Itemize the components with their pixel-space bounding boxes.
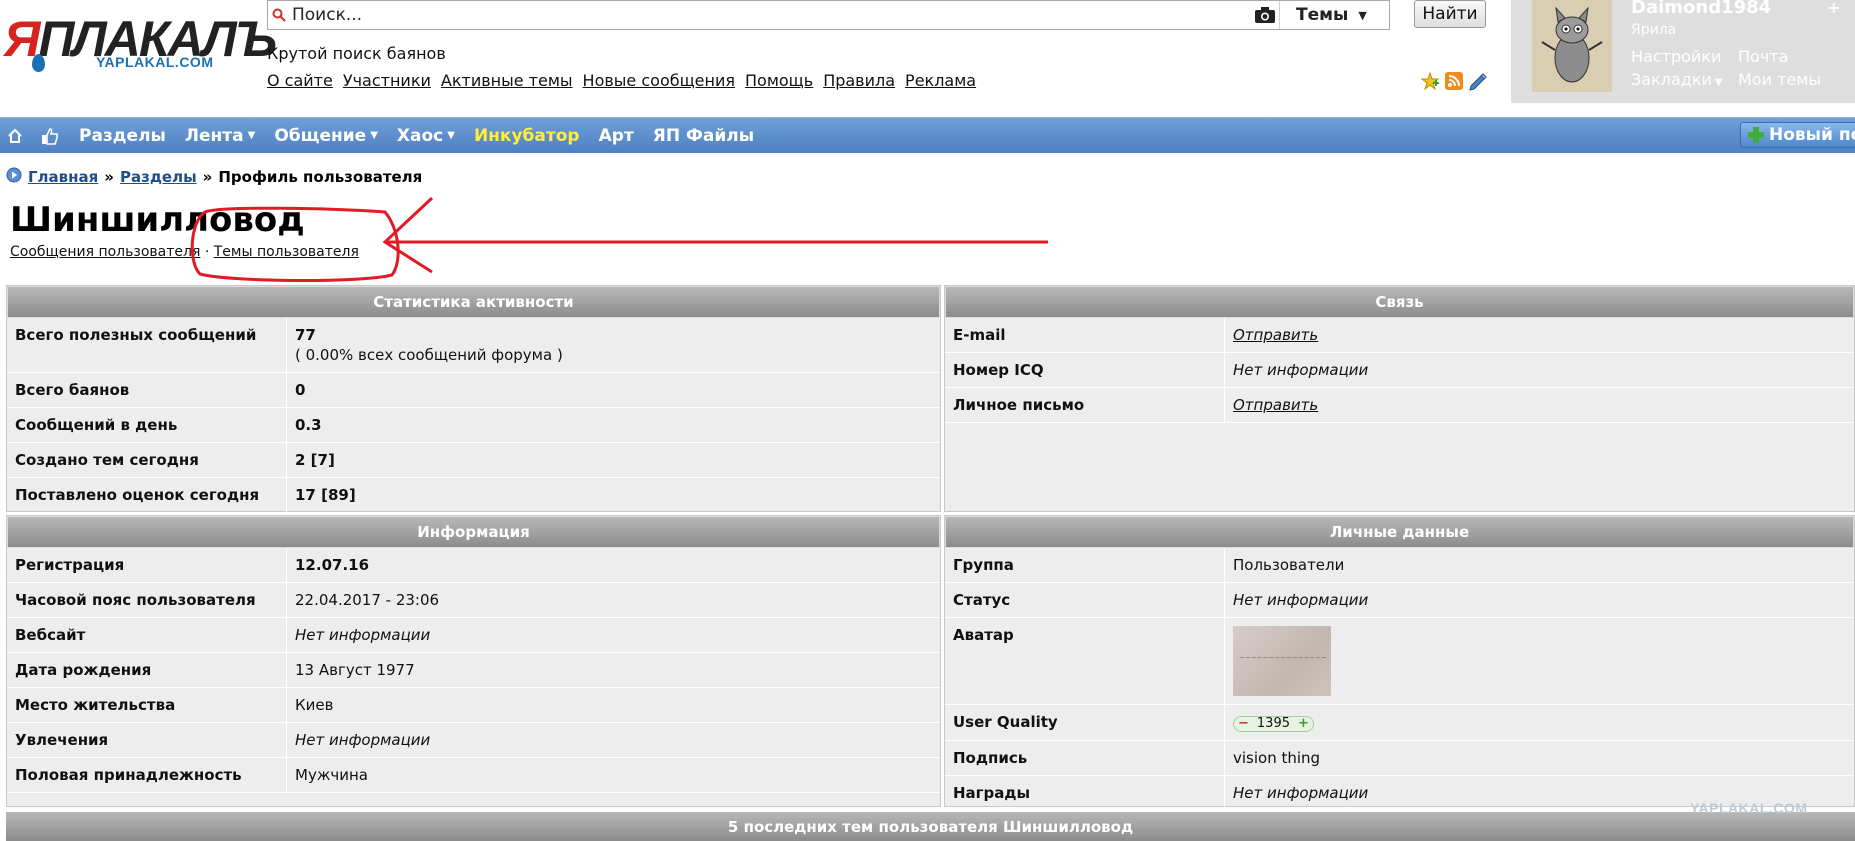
nav-feed[interactable]: Лента ▼ bbox=[185, 126, 255, 146]
user-avatar-image: ~~~~~~~~~~~~~~~ bbox=[1233, 626, 1331, 696]
activity-stats-panel: Статистика активности Всего полезных соо… bbox=[6, 285, 941, 513]
table-row: Сообщений в день 0.3 bbox=[7, 408, 940, 443]
user-quality-badge: − 1395 + bbox=[1233, 715, 1314, 732]
link-members[interactable]: Участники bbox=[343, 71, 431, 90]
panel-header: Информация bbox=[7, 516, 940, 548]
link-new-messages[interactable]: Новые сообщения bbox=[583, 71, 735, 90]
panel-header: Связь bbox=[945, 286, 1854, 318]
breadcrumb-current: Профиль пользователя bbox=[218, 168, 423, 186]
breadcrumb-sections[interactable]: Разделы bbox=[120, 168, 197, 186]
chevron-down-icon: ▼ bbox=[1358, 8, 1367, 22]
profile-links: Сообщения пользователя · Темы пользовате… bbox=[10, 244, 359, 260]
user-rank: Ярила bbox=[1631, 22, 1677, 38]
svg-text:~~~~~~~~~~~~~~~: ~~~~~~~~~~~~~~~ bbox=[1239, 654, 1327, 662]
panel-header: Личные данные bbox=[945, 516, 1854, 548]
table-row: Поставлено оценок сегодня 17 [89] bbox=[7, 478, 940, 513]
link-about[interactable]: О сайте bbox=[267, 71, 333, 90]
table-row: Часовой пояс пользователя 22.04.2017 - 23… bbox=[7, 583, 940, 618]
bookmarks-menu[interactable]: Закладки ▼ bbox=[1631, 70, 1723, 89]
link-active-topics[interactable]: Активные темы bbox=[441, 71, 573, 90]
send-email-link[interactable]: Отправить bbox=[1225, 318, 1854, 352]
table-row: Регистрация 12.07.16 bbox=[7, 548, 940, 583]
search-hint: Крутой поиск баянов bbox=[267, 44, 446, 63]
user-panel: Daimond1984 Ярила Настройки Почта Заклад… bbox=[1511, 0, 1855, 103]
table-row: Дата рождения 13 Август 1977 bbox=[7, 653, 940, 688]
plus-vote-icon[interactable]: + bbox=[1298, 716, 1309, 731]
top-links: О сайте Участники Активные темы Новые со… bbox=[267, 71, 976, 90]
user-avatar[interactable] bbox=[1532, 0, 1612, 92]
link-help[interactable]: Помощь bbox=[745, 71, 813, 90]
table-row: Статус Нет информации bbox=[945, 583, 1854, 618]
main-nav: Разделы Лента ▼ Общение ▼ Хаос ▼ Инкубатор … bbox=[0, 117, 1855, 153]
table-row: Половая принадлежность Мужчина bbox=[7, 758, 940, 793]
nav-communication[interactable]: Общение ▼ bbox=[274, 126, 378, 146]
link-ads[interactable]: Реклама bbox=[905, 71, 976, 90]
rss-icon[interactable] bbox=[1444, 71, 1464, 91]
nav-art[interactable]: Арт bbox=[599, 126, 634, 146]
nav-files[interactable]: ЯП Файлы bbox=[653, 126, 754, 146]
my-topics-link[interactable]: Мои темы bbox=[1738, 70, 1821, 89]
minus-vote-icon[interactable]: − bbox=[1238, 716, 1249, 731]
breadcrumb: Главная » Разделы » Профиль пользователя bbox=[6, 167, 422, 187]
table-row: E-mail Отправить bbox=[945, 318, 1854, 353]
recent-topics-header: 5 последних тем пользователя Шиншилловод bbox=[6, 812, 1855, 841]
search-icon bbox=[268, 1, 290, 29]
table-row: Всего баянов 0 bbox=[7, 373, 940, 408]
user-topics-link[interactable]: Темы пользователя bbox=[214, 244, 359, 260]
search-bar: Темы▼ bbox=[267, 0, 1390, 30]
page-title: Шиншилловод bbox=[10, 200, 305, 240]
mail-link[interactable]: Почта bbox=[1738, 47, 1788, 66]
search-scope-select[interactable]: Темы ▼ bbox=[1279, 1, 1389, 29]
logo-drop-icon bbox=[32, 54, 45, 72]
plus-icon bbox=[1748, 127, 1764, 143]
table-row: Номер ICQ Нет информации bbox=[945, 353, 1854, 388]
personal-data-panel: Личные данные Группа Пользователи Статус Н… bbox=[944, 515, 1855, 811]
table-row: Аватар ~~~~~~~~~~~~~~~ bbox=[945, 618, 1854, 705]
user-name[interactable]: Daimond1984 bbox=[1631, 0, 1771, 18]
contact-panel: Связь E-mail Отправить Номер ICQ Нет инфор… bbox=[944, 285, 1855, 512]
site-logo[interactable]: ЯПЛАКАЛЪ YAPLAKAL.COM bbox=[4, 14, 277, 76]
pencil-icon[interactable] bbox=[1468, 71, 1488, 91]
search-button[interactable]: Найти bbox=[1414, 0, 1486, 28]
table-row: Всего полезных сообщений 77( 0.00% всех с… bbox=[7, 318, 940, 373]
table-row: Вебсайт Нет информации bbox=[7, 618, 940, 653]
chevron-down-icon: ▼ bbox=[247, 130, 256, 141]
chevron-down-icon: ▼ bbox=[447, 130, 455, 141]
panel-header: Статистика активности bbox=[7, 286, 940, 318]
nav-sections[interactable]: Разделы bbox=[79, 126, 166, 146]
settings-link[interactable]: Настройки bbox=[1631, 47, 1721, 66]
link-rules[interactable]: Правила bbox=[823, 71, 895, 90]
table-row: Группа Пользователи bbox=[945, 548, 1854, 583]
quick-icons bbox=[1420, 71, 1488, 91]
info-panel: Информация Регистрация 12.07.16 Часовой п… bbox=[6, 515, 941, 807]
plus-icon[interactable]: + bbox=[1827, 0, 1845, 17]
home-icon[interactable] bbox=[7, 128, 23, 144]
table-row: Место жительства Киев bbox=[7, 688, 940, 723]
table-row: User Quality − 1395 + bbox=[945, 705, 1854, 741]
star-plus-icon[interactable] bbox=[1420, 71, 1440, 91]
chevron-down-icon: ▼ bbox=[370, 130, 378, 141]
search-input[interactable] bbox=[290, 2, 1251, 28]
send-pm-link[interactable]: Отправить bbox=[1225, 388, 1854, 422]
watermark: YAPLAKAL.COM bbox=[1690, 800, 1808, 816]
table-row: Увлечения Нет информации bbox=[7, 723, 940, 758]
new-post-button[interactable]: Новый по bbox=[1740, 122, 1855, 148]
breadcrumb-home[interactable]: Главная bbox=[28, 168, 98, 186]
table-row: Подпись vision thing bbox=[945, 740, 1854, 776]
table-row: Личное письмо Отправить bbox=[945, 388, 1854, 423]
camera-icon[interactable] bbox=[1251, 1, 1279, 29]
chevron-down-icon: ▼ bbox=[1714, 77, 1723, 88]
breadcrumb-arrow-icon bbox=[6, 167, 22, 187]
thumbs-up-icon[interactable] bbox=[41, 127, 59, 145]
table-row: Создано тем сегодня 2 [7] bbox=[7, 443, 940, 478]
nav-chaos[interactable]: Хаос ▼ bbox=[397, 126, 455, 146]
nav-incubator[interactable]: Инкубатор bbox=[474, 126, 580, 146]
user-messages-link[interactable]: Сообщения пользователя bbox=[10, 244, 200, 260]
